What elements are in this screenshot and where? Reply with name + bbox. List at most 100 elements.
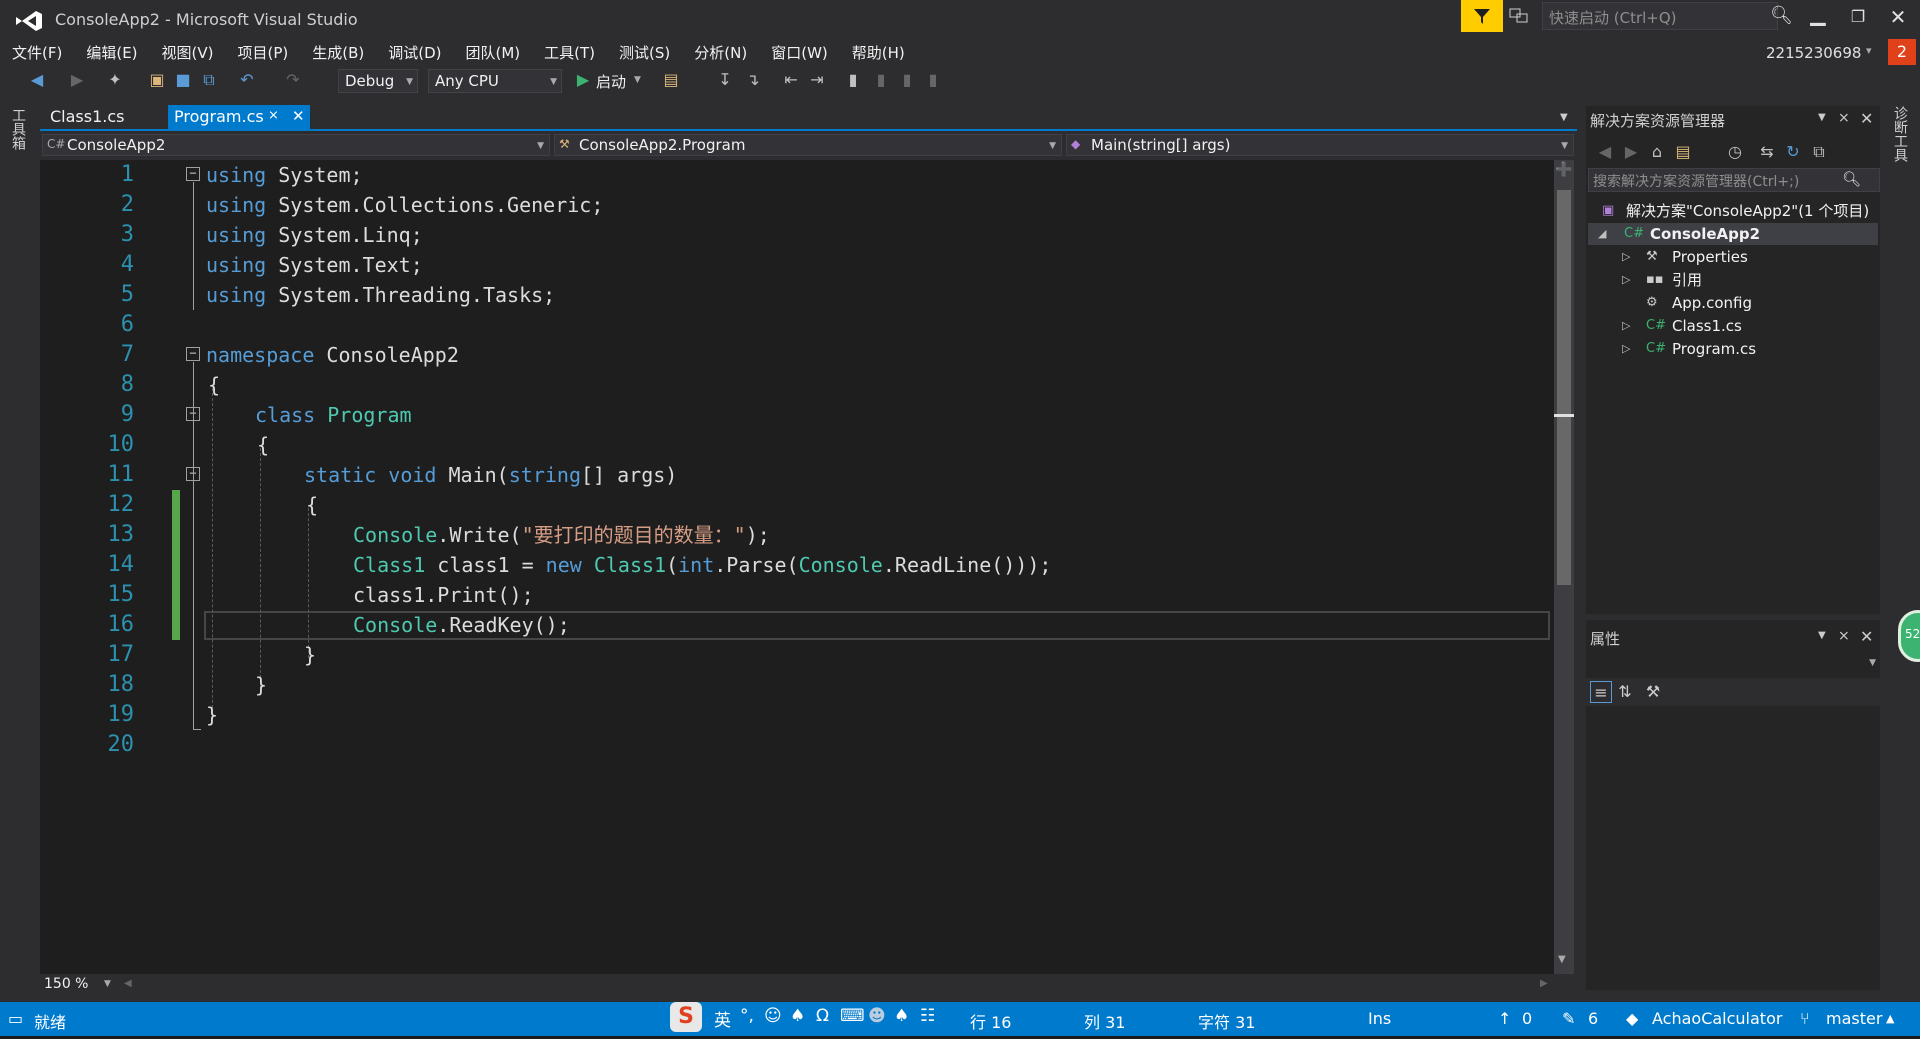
find-in-files-icon[interactable]: ▤ (660, 69, 682, 91)
close-panel-icon[interactable]: ✕ (1860, 109, 1873, 128)
switch-views-icon[interactable]: ▤ (1672, 141, 1694, 163)
user-account[interactable]: 2215230698 (1766, 44, 1861, 62)
search-icon[interactable]: 🔍︎ (1842, 170, 1861, 188)
forward-icon[interactable]: ▶ (1620, 141, 1642, 163)
indent-icon[interactable]: ⇥ (806, 69, 828, 91)
feedback-icon[interactable] (1508, 6, 1532, 28)
tree-item-project[interactable]: ◢ C# ConsoleApp2 (1588, 223, 1878, 245)
scrollbar-thumb[interactable] (1557, 190, 1571, 585)
chevron-down-icon[interactable]: ▼ (1818, 112, 1826, 123)
menu-project[interactable]: 项目(P) (226, 40, 301, 66)
undo-icon[interactable]: ↶ (236, 69, 258, 91)
toolbox-tab[interactable]: 工具箱 (8, 108, 28, 150)
branch-name[interactable]: master (1826, 1009, 1882, 1028)
menu-window[interactable]: 窗口(W) (759, 40, 840, 66)
sogou-ime-logo-icon[interactable]: S (670, 1002, 702, 1032)
chevron-up-icon[interactable]: ▲ (1886, 1012, 1894, 1025)
collapsed-arrow-icon[interactable]: ▷ (1622, 246, 1630, 268)
start-debug-icon[interactable]: ▶ (572, 69, 594, 91)
open-file-icon[interactable]: ▣ (146, 69, 168, 91)
chevron-down-icon[interactable]: ▼ (1818, 630, 1826, 641)
emoji-icon[interactable]: ☺ (764, 1006, 782, 1026)
scroll-down-icon[interactable]: ▼ (1558, 954, 1566, 965)
property-pages-icon[interactable]: ⚒ (1642, 681, 1664, 703)
solution-configuration-select[interactable]: Debug ▼ (338, 69, 418, 93)
menu-analyze[interactable]: 分析(N) (682, 40, 759, 66)
collapsed-arrow-icon[interactable]: ▷ (1622, 315, 1630, 337)
close-tab-icon[interactable]: ✕ (292, 107, 305, 125)
previous-bookmark-icon[interactable]: ▮ (870, 69, 892, 91)
diagnostic-tools-tab[interactable]: 诊断工具 (1890, 106, 1910, 162)
outdent-icon[interactable]: ⇤ (780, 69, 802, 91)
user-icon[interactable]: ☻ (868, 1006, 886, 1026)
bookmark-icon[interactable]: ▮ (842, 69, 864, 91)
pin-icon[interactable]: ⨯ (1838, 110, 1850, 126)
branch-icon[interactable]: ⑂ (1800, 1009, 1810, 1028)
scroll-right-icon[interactable]: ▶ (1540, 978, 1548, 989)
collapse-icon[interactable]: − (186, 167, 200, 181)
clear-bookmarks-icon[interactable]: ▮ (922, 69, 944, 91)
arrow-up-icon[interactable]: ↑ (1498, 1009, 1511, 1028)
expanded-arrow-icon[interactable]: ◢ (1598, 223, 1606, 245)
properties-object-select[interactable]: ▼ (1588, 654, 1880, 676)
menu-team[interactable]: 团队(M) (454, 40, 533, 66)
repository-icon[interactable]: ◆ (1626, 1009, 1638, 1028)
ime-punctuation-toggle[interactable]: °, (740, 1006, 754, 1026)
zoom-select[interactable]: 150 % ▼ (44, 976, 120, 994)
ime-language-toggle[interactable]: 英 (714, 1006, 731, 1031)
unpublished-commits-count[interactable]: 0 (1522, 1009, 1532, 1028)
solution-platform-select[interactable]: Any CPU ▼ (428, 69, 562, 93)
keyboard-icon[interactable]: ⌨ (840, 1006, 865, 1026)
menu-help[interactable]: 帮助(H) (840, 40, 917, 66)
new-project-icon[interactable]: ✦ (104, 69, 126, 91)
menu-test[interactable]: 测试(S) (607, 40, 682, 66)
next-bookmark-icon[interactable]: ▮ (896, 69, 918, 91)
tree-item-references[interactable]: ▷ ▪▪ 引用 (1588, 269, 1878, 291)
step-over-icon[interactable]: ↴ (742, 69, 764, 91)
member-dropdown[interactable]: ◆ Main(string[] args) ▼ (1066, 134, 1574, 156)
tab-overflow-icon[interactable]: ▼ (1560, 112, 1568, 123)
filter-icon[interactable] (1461, 0, 1503, 32)
tree-item-properties[interactable]: ▷ ⚒ Properties (1588, 246, 1878, 268)
back-icon[interactable]: ◀ (1594, 141, 1616, 163)
headset-icon[interactable]: Ω (816, 1006, 829, 1026)
navigate-back-icon[interactable]: ◀ (26, 69, 48, 91)
quick-launch-input[interactable]: 快速启动 (Ctrl+Q) (1542, 2, 1778, 30)
pin-icon[interactable]: ⨯ (1838, 628, 1850, 644)
collapsed-arrow-icon[interactable]: ▷ (1622, 269, 1630, 291)
toolbox-grid-icon[interactable]: ☷ (920, 1006, 935, 1026)
restore-button[interactable]: ❐ (1840, 2, 1876, 32)
tab-program-cs[interactable]: Program.cs (168, 105, 310, 129)
refresh-icon[interactable]: ↻ (1782, 141, 1804, 163)
chevron-down-icon[interactable]: ▾ (1866, 44, 1872, 57)
collapse-all-icon[interactable]: ⧉ (1808, 141, 1830, 163)
navigate-forward-icon[interactable]: ▶ (66, 69, 88, 91)
menu-tools[interactable]: 工具(T) (532, 40, 607, 66)
menu-debug[interactable]: 调试(D) (376, 40, 453, 66)
step-into-icon[interactable]: ↧ (714, 69, 736, 91)
pencil-icon[interactable]: ✎ (1562, 1009, 1575, 1028)
collapse-icon[interactable]: − (186, 347, 200, 361)
menu-build[interactable]: 生成(B) (300, 40, 376, 66)
close-panel-icon[interactable]: ✕ (1860, 627, 1873, 646)
pin-icon[interactable]: ⨯ (268, 108, 279, 123)
chevron-down-icon[interactable]: ▼ (634, 75, 641, 85)
pending-changes-count[interactable]: 6 (1588, 1009, 1598, 1028)
minimize-button[interactable]: ▁ (1800, 2, 1836, 32)
tree-item-solution[interactable]: ▣ 解决方案"ConsoleApp2"(1 个项目) (1588, 200, 1878, 222)
floating-status-badge[interactable]: 52 (1898, 610, 1920, 662)
categorized-icon[interactable]: ≡ (1590, 681, 1612, 703)
project-dropdown[interactable]: C# ConsoleApp2 ▼ (42, 134, 550, 156)
menu-view[interactable]: 视图(V) (150, 40, 226, 66)
collapsed-arrow-icon[interactable]: ▷ (1622, 338, 1630, 360)
notification-badge[interactable]: 2 (1888, 39, 1916, 65)
output-window-icon[interactable]: ▭ (8, 1009, 23, 1028)
tab-class1-cs[interactable]: Class1.cs (44, 105, 164, 129)
close-button[interactable]: ✕ (1880, 2, 1916, 32)
menu-file[interactable]: 文件(F) (0, 40, 74, 66)
type-dropdown[interactable]: ⚒ ConsoleApp2.Program ▼ (554, 134, 1062, 156)
menu-edit[interactable]: 编辑(E) (74, 40, 149, 66)
pending-changes-icon[interactable]: ◷ (1724, 141, 1746, 163)
sync-icon[interactable]: ⇆ (1756, 141, 1778, 163)
solution-explorer-search-input[interactable]: 搜索解决方案资源管理器(Ctrl+;) (1588, 168, 1880, 192)
